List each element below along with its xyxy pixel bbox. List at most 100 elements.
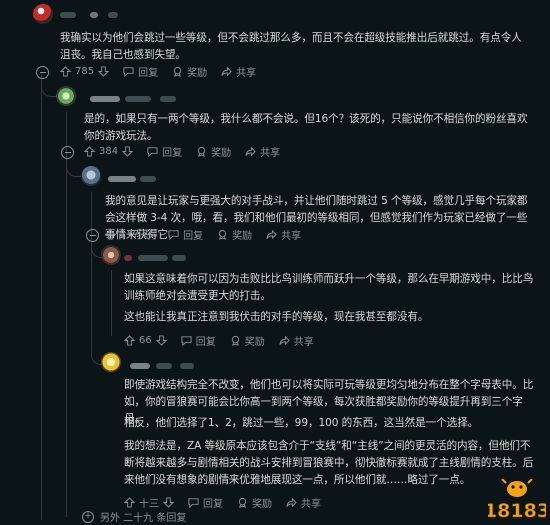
award-label: 奖励: [232, 230, 253, 242]
timestamp: [172, 255, 186, 261]
award-icon: [197, 146, 206, 157]
comment-body: 我确实以为他们会跳过一些等级，但不会跳过那么多，而且不会在超级技能推出后就跳过。…: [60, 32, 522, 61]
user-flair-icon: [124, 255, 132, 261]
downvote-icon[interactable]: [143, 228, 155, 240]
vote-count: 66: [139, 334, 152, 346]
downvote-icon[interactable]: [155, 334, 167, 346]
share-label: 共享: [293, 336, 314, 348]
award-button[interactable]: 奖励: [196, 142, 231, 160]
award-button[interactable]: 奖励: [237, 493, 272, 511]
share-icon: [286, 497, 297, 507]
comment-actions: 177 回复 奖励 共享: [105, 225, 315, 243]
reply-button[interactable]: 回复: [188, 493, 223, 511]
vote-count: 十三: [139, 498, 159, 510]
share-label: 共享: [236, 67, 257, 79]
reply-label: 回复: [162, 147, 183, 159]
thread-line-root: [41, 75, 42, 520]
reply-button[interactable]: 回复: [147, 142, 182, 160]
username: [125, 96, 151, 102]
award-icon: [231, 335, 239, 346]
award-label: 奖励: [187, 67, 208, 79]
avatar[interactable]: [101, 245, 121, 265]
award-button[interactable]: 奖励: [230, 331, 265, 349]
collapse-thread-icon[interactable]: [61, 146, 74, 159]
upvote-icon[interactable]: [105, 228, 116, 240]
share-button[interactable]: 共享: [266, 225, 301, 243]
username: [156, 363, 172, 369]
vote-group: 66: [124, 331, 167, 349]
award-label: 奖励: [211, 147, 232, 159]
reply-icon: [188, 497, 199, 508]
upvote-icon[interactable]: [84, 145, 95, 157]
award-label: 奖励: [252, 498, 272, 510]
timestamp: [180, 363, 194, 369]
reply-label: 回复: [138, 67, 159, 79]
timestamp: [160, 96, 176, 102]
thread-line-level4: [111, 270, 112, 336]
reply-button[interactable]: 回复: [168, 225, 203, 243]
downvote-icon[interactable]: [122, 145, 134, 157]
avatar[interactable]: [81, 166, 101, 186]
avatar[interactable]: [33, 4, 53, 24]
share-button[interactable]: 共享: [279, 331, 314, 349]
upvote-icon[interactable]: [124, 496, 135, 508]
reply-button[interactable]: 回复: [181, 331, 216, 349]
thread-elbow: [41, 84, 56, 97]
thread-line-level3: [91, 192, 92, 352]
vote-group: 785: [60, 62, 110, 80]
username[interactable]: [130, 363, 150, 369]
award-icon: [173, 66, 182, 77]
watermark-logo: 18183: [484, 478, 550, 522]
user-flair-icon: [90, 12, 98, 18]
award-icon: [238, 497, 247, 508]
thread-elbow: [66, 164, 81, 177]
collapse-thread-icon[interactable]: [86, 229, 99, 242]
vote-count: 384: [99, 145, 119, 157]
reply-icon: [181, 335, 192, 346]
comment-body-paragraph: 这也能让我真正注意到我伏击的对手的等级，现在我甚至都没有。: [124, 311, 429, 323]
reply-icon: [123, 66, 134, 77]
timestamp: [108, 12, 118, 18]
reply-button[interactable]: 回复: [123, 62, 158, 80]
comment-body-paragraph: 相反，他们选择了1、2，跳过一些，99，100 的东西，这当然是一个选择。: [124, 417, 479, 429]
reply-label: 回复: [203, 498, 223, 510]
plus-icon: +: [82, 510, 94, 523]
vote-group: 177: [105, 225, 155, 243]
award-icon: [218, 229, 227, 240]
downvote-icon[interactable]: [98, 65, 110, 77]
username[interactable]: [138, 255, 168, 261]
upvote-icon[interactable]: [124, 334, 135, 346]
vote-count: 785: [75, 65, 95, 77]
award-label: 奖励: [244, 336, 265, 348]
share-label: 共享: [301, 498, 321, 510]
username[interactable]: [90, 96, 120, 102]
comment-actions: 384 回复 奖励 共享: [84, 142, 294, 160]
comment-body: 如果这意味着你可以因为击败比比鸟训练师而跃升一个等级，那么在早期游戏中，比比鸟训…: [124, 273, 534, 302]
more-replies-label: 另外 二十九 条回复: [100, 513, 187, 524]
award-button[interactable]: 奖励: [172, 62, 207, 80]
share-label: 共享: [260, 147, 281, 159]
comment-body-paragraph: 我的想法是，ZA 等级原本应该包含介于“支线”和“主线”之间的更灵活的内容，但他…: [124, 440, 534, 486]
vote-group: 384: [84, 142, 134, 160]
award-button[interactable]: 奖励: [217, 225, 252, 243]
more-replies-link[interactable]: + 另外 二十九 条回复: [82, 509, 186, 524]
comment-body: 是的，如果只有一两个等级，我什么都不会说。但16个？该死的，只能说你不相信你的粉…: [84, 113, 528, 142]
share-button[interactable]: 共享: [286, 493, 321, 511]
username[interactable]: [108, 176, 136, 182]
downvote-icon[interactable]: [163, 496, 174, 508]
share-icon: [221, 66, 232, 76]
avatar[interactable]: [101, 352, 121, 372]
upvote-icon[interactable]: [60, 65, 71, 77]
reply-label: 回复: [183, 230, 204, 242]
avatar[interactable]: [56, 86, 76, 106]
share-button[interactable]: 共享: [221, 62, 256, 80]
reply-icon: [147, 146, 158, 157]
username[interactable]: [60, 12, 76, 18]
share-button[interactable]: 共享: [245, 142, 280, 160]
collapse-thread-icon[interactable]: [36, 66, 49, 79]
reply-label: 回复: [195, 336, 216, 348]
comment-actions: 785 回复 奖励 共享: [60, 62, 270, 80]
watermark-text: 18183: [488, 500, 546, 521]
timestamp: [140, 176, 156, 182]
vote-count: 177: [120, 228, 140, 240]
